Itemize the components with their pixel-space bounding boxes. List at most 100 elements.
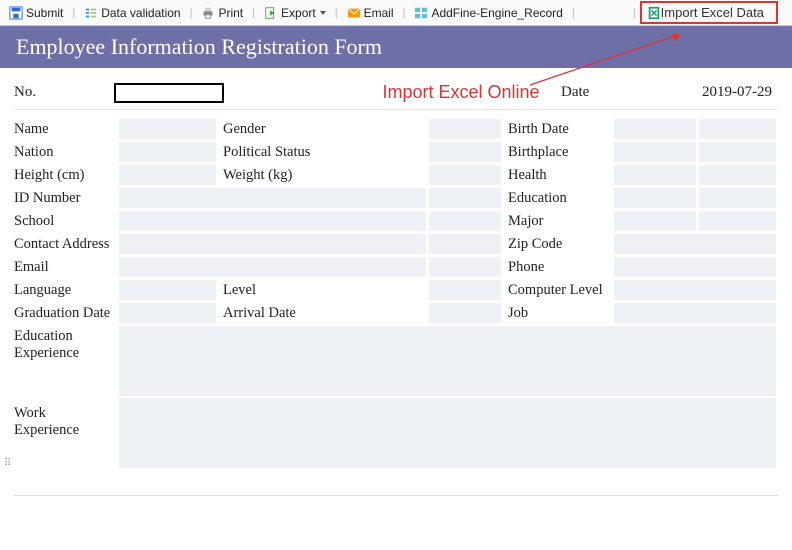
validation-label: Data validation <box>101 6 180 20</box>
level-label: Level <box>219 279 299 302</box>
workexp-input[interactable] <box>119 398 776 468</box>
export-icon <box>264 6 278 20</box>
print-button[interactable]: Print <box>196 4 248 22</box>
excel-icon <box>647 6 661 20</box>
email-icon <box>347 6 361 20</box>
graddate-label: Graduation Date <box>14 302 119 325</box>
gender-input[interactable] <box>429 119 501 139</box>
bottom-rule <box>14 495 778 496</box>
major-label: Major <box>504 210 614 233</box>
political-input[interactable] <box>429 142 501 162</box>
photo-box-5[interactable] <box>699 211 776 231</box>
phone-label: Phone <box>504 256 614 279</box>
level-input[interactable] <box>429 280 501 300</box>
email-label: Email <box>14 256 119 279</box>
complevel-input[interactable] <box>614 280 776 300</box>
major-input[interactable] <box>614 211 696 231</box>
complevel-label: Computer Level <box>504 279 614 302</box>
height-label: Height (cm) <box>14 164 119 187</box>
nation-label: Nation <box>14 141 119 164</box>
eduexp-label: Education Experience <box>14 325 119 397</box>
political-label: Political Status <box>219 141 429 164</box>
annotation-text: Import Excel Online <box>361 82 561 103</box>
birthdate-input[interactable] <box>614 119 696 139</box>
chevron-down-icon <box>320 11 326 15</box>
arrival-input[interactable] <box>429 303 501 323</box>
graddate-input[interactable] <box>119 303 216 323</box>
idnum-input[interactable] <box>119 188 426 208</box>
education-input[interactable] <box>614 188 696 208</box>
photo-box-3[interactable] <box>699 165 776 185</box>
separator: | <box>250 7 257 19</box>
school-input[interactable] <box>119 211 426 231</box>
birthplace-label: Birthplace <box>504 141 614 164</box>
print-icon <box>201 6 215 20</box>
email-input[interactable] <box>119 257 426 277</box>
import-label: Import Excel Data <box>661 5 764 20</box>
addfine-button[interactable]: AddFine-Engine_Record <box>409 4 567 22</box>
title-text: Employee Information Registration Form <box>16 34 382 59</box>
email-button[interactable]: Email <box>342 4 399 22</box>
idnum-label: ID Number <box>14 187 119 210</box>
email-label: Email <box>364 6 394 20</box>
drag-handle-icon[interactable]: ⠿ <box>4 458 9 469</box>
education-label: Education <box>504 187 614 210</box>
language-input[interactable] <box>119 280 216 300</box>
name-input[interactable] <box>119 119 216 139</box>
print-label: Print <box>218 6 243 20</box>
toolbar: Submit | Data validation | Print | Expor… <box>0 0 792 26</box>
birthplace-input[interactable] <box>614 142 696 162</box>
arrival-label: Arrival Date <box>219 302 429 325</box>
photo-box-1[interactable] <box>699 119 776 139</box>
height-input[interactable] <box>119 165 216 185</box>
submit-label: Submit <box>26 6 63 20</box>
addfine-label: AddFine-Engine_Record <box>431 6 562 20</box>
page-title: Employee Information Registration Form <box>0 26 792 68</box>
separator: | <box>70 7 77 19</box>
date-label: Date <box>561 84 658 101</box>
workexp-label-1: Work <box>14 405 115 422</box>
export-button[interactable]: Export <box>259 4 331 22</box>
weight-input[interactable] <box>429 165 501 185</box>
school-label: School <box>14 210 119 233</box>
export-label: Export <box>281 6 316 20</box>
zip-input[interactable] <box>614 234 776 254</box>
eduexp-label-2: Experience <box>14 345 115 362</box>
level-spacer <box>299 280 426 300</box>
eduexp-input[interactable] <box>119 326 776 396</box>
no-label: No. <box>14 84 114 101</box>
validation-icon <box>84 6 98 20</box>
contact-extra[interactable] <box>429 234 501 254</box>
separator: | <box>570 7 577 19</box>
no-input[interactable] <box>114 83 224 103</box>
contact-label: Contact Address <box>14 233 119 256</box>
birthdate-label: Birth Date <box>504 118 614 141</box>
name-label: Name <box>14 118 119 141</box>
idnum-extra[interactable] <box>429 188 501 208</box>
workexp-label: Work Experience <box>14 397 119 469</box>
date-value: 2019-07-29 <box>658 84 778 101</box>
separator: | <box>333 7 340 19</box>
school-extra[interactable] <box>429 211 501 231</box>
health-input[interactable] <box>614 165 696 185</box>
weight-label: Weight (kg) <box>219 164 429 187</box>
form-grid: Name Gender Birth Date Nation Political … <box>14 118 778 469</box>
photo-box-2[interactable] <box>699 142 776 162</box>
import-excel-button[interactable]: Import Excel Data <box>640 1 778 24</box>
photo-box-4[interactable] <box>699 188 776 208</box>
nation-input[interactable] <box>119 142 216 162</box>
gender-label: Gender <box>219 118 429 141</box>
submit-button[interactable]: Submit <box>4 4 68 22</box>
save-icon <box>9 6 23 20</box>
data-validation-button[interactable]: Data validation <box>79 4 185 22</box>
form-area: No. Import Excel Online Date 2019-07-29 … <box>0 68 792 483</box>
separator: | <box>631 7 638 19</box>
job-label: Job <box>504 302 614 325</box>
language-label: Language <box>14 279 119 302</box>
phone-input[interactable] <box>614 257 776 277</box>
email-extra[interactable] <box>429 257 501 277</box>
job-input[interactable] <box>614 303 776 323</box>
contact-input[interactable] <box>119 234 426 254</box>
top-row: No. Import Excel Online Date 2019-07-29 <box>14 76 778 110</box>
separator: | <box>401 7 408 19</box>
